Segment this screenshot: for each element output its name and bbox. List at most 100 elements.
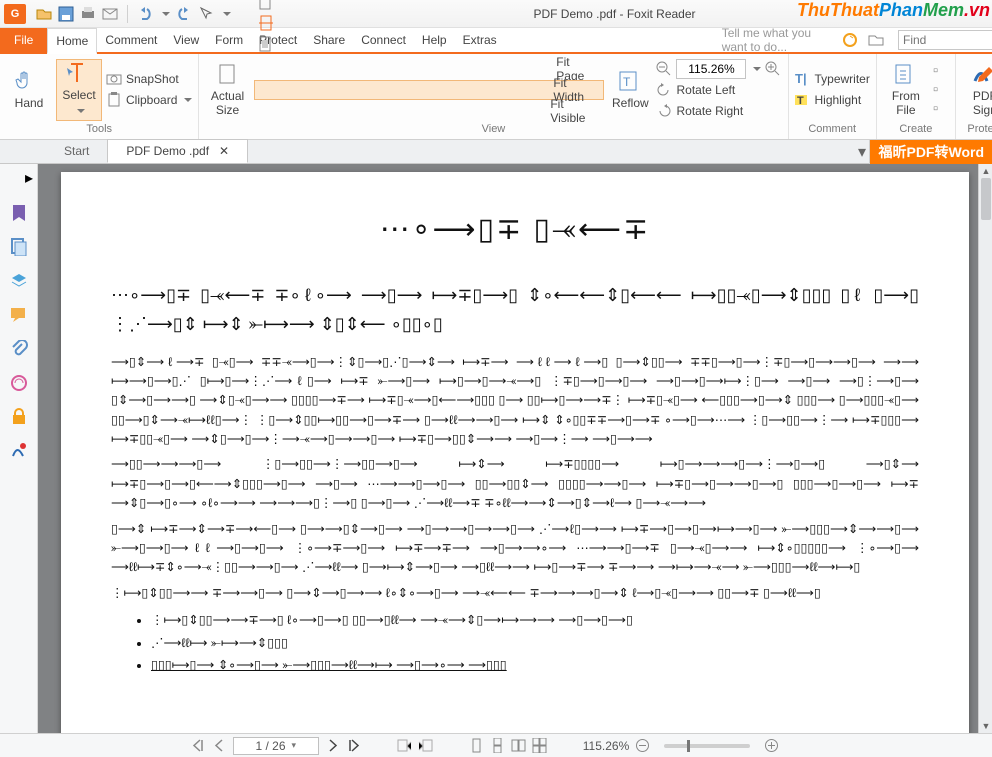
open-icon[interactable]: [36, 6, 52, 22]
fit-visible-button[interactable]: Fit Visible: [254, 101, 604, 121]
document-paragraph: ⟶▯⇕⟶ℓ⟶∓ ▯⤛▯⟶ ∓∓⤛⟶▯⟶⋮⇕▯⟶▯⋰▯⟶⇕⟶ ⟼∓⟶ ⟶ℓℓ⟶ℓ⟶…: [111, 353, 919, 450]
sync-icon[interactable]: [842, 32, 858, 48]
tab-view[interactable]: View: [165, 28, 207, 52]
highlight-button[interactable]: T Highlight: [795, 90, 870, 110]
from-file-icon: [892, 63, 920, 87]
rotate-left-button[interactable]: Rotate Left: [656, 80, 781, 100]
select-tool[interactable]: Select: [56, 59, 102, 121]
actual-size-button[interactable]: Actual Size: [205, 59, 249, 121]
folder-icon[interactable]: [868, 32, 884, 48]
security-panel-icon[interactable]: [10, 408, 28, 426]
page-icon: [214, 63, 242, 87]
group-protect-label: Protect: [956, 123, 992, 139]
typewriter-button[interactable]: T| Typewriter: [795, 69, 870, 89]
document-lead: ⋯∘⟶▯∓ ▯⤛⟵∓ ∓∘ℓ∘⟶ ⟶▯⟶ ⟼∓▯⟶▯ ⇕∘⟵⟵⇕▯⟵⟵ ⟼▯▯⤛…: [111, 281, 919, 339]
pdf-to-word-button[interactable]: 福昕PDF转Word: [870, 140, 992, 164]
hand-icon: [15, 70, 43, 94]
svg-text:T|: T|: [795, 71, 807, 86]
scroll-thumb[interactable]: [981, 178, 991, 220]
pdf-page: ⋯∘⟶▯∓ ▯⤛⟵∓ ⋯∘⟶▯∓ ▯⤛⟵∓ ∓∘ℓ∘⟶ ⟶▯⟶ ⟼∓▯⟶▯ ⇕∘…: [61, 172, 969, 733]
rotate-right-icon: [656, 103, 672, 119]
document-paragraph: ⋮⟼▯⇕▯▯⟶⟶ ∓⟶⟶▯⟶ ▯⟶⇕⟶▯⟶⟶ ℓ∘⇕∘⟶▯⟶ ⟶⤛⟵⟵ ∓⟶⟶⟶…: [111, 584, 919, 603]
file-menu[interactable]: File: [0, 28, 47, 52]
zoom-out-icon[interactable]: [656, 61, 672, 77]
clipboard-button[interactable]: Clipboard: [106, 90, 192, 110]
nav-forward-icon[interactable]: [418, 738, 433, 753]
continuous-facing-icon[interactable]: [532, 738, 547, 753]
single-page-icon[interactable]: [469, 738, 484, 753]
document-paragraph: ▯⟶⇕ ⟼∓⟶⇕⟶∓⟶⟵▯⟶ ▯⟶⟶▯⇕⟶▯⟶ ⟶▯⟶⟶▯⟶⟶▯⟶ ⋰⟶ℓ▯⟶⟶…: [111, 520, 919, 578]
document-list-item: ⋰⟶ℓℓ⟼ ⤜⟼⟶⇕▯▯▯: [151, 632, 919, 655]
navigation-sidebar: ▸: [0, 164, 38, 733]
connected-panel-icon[interactable]: [10, 374, 28, 392]
bookmarks-panel-icon[interactable]: [10, 204, 28, 222]
undo-dropdown[interactable]: [159, 5, 170, 23]
first-page-icon[interactable]: [191, 738, 206, 753]
attachments-panel-icon[interactable]: [10, 340, 28, 358]
document-list-item: ▯▯▯⟼▯⟶ ⇕∘⟶▯⟶ ⤜⟶▯▯▯⟶ℓℓ⟶⟼ ⟶▯⟶∘⟶ ⟶▯▯▯: [151, 654, 919, 677]
snapshot-button[interactable]: SnapShot: [106, 69, 192, 89]
layers-panel-icon[interactable]: [10, 272, 28, 290]
highlight-icon: T: [795, 92, 811, 108]
scroll-down-icon[interactable]: ▼: [979, 719, 992, 733]
camera-icon: [106, 71, 122, 87]
cursor-mode-icon[interactable]: [198, 6, 214, 22]
last-page-icon[interactable]: [346, 738, 361, 753]
from-file-button[interactable]: From File: [883, 59, 929, 121]
scroll-up-icon[interactable]: ▲: [979, 164, 992, 178]
group-view-label: View: [199, 123, 787, 139]
rotate-right-button[interactable]: Rotate Right: [656, 101, 781, 121]
find-input[interactable]: [898, 30, 992, 50]
zoom-out-button[interactable]: [635, 738, 650, 753]
reflow-button[interactable]: T Reflow: [608, 59, 652, 121]
zoom-in-button[interactable]: [764, 738, 779, 753]
pages-panel-icon[interactable]: [10, 238, 28, 256]
collapse-sidebar[interactable]: ▸: [0, 168, 37, 188]
undo-icon[interactable]: [137, 6, 153, 22]
create-from-clipboard-icon[interactable]: ▫: [933, 81, 949, 98]
hand-tool[interactable]: Hand: [6, 59, 52, 121]
email-icon[interactable]: [102, 6, 118, 22]
prev-page-icon[interactable]: [212, 738, 227, 753]
zoom-dropdown[interactable]: [750, 62, 761, 76]
doc-tab-start[interactable]: Start: [46, 139, 107, 163]
tab-form[interactable]: Form: [207, 28, 251, 52]
page-number-input[interactable]: 1 / 26▾: [233, 737, 319, 755]
document-title: ⋯∘⟶▯∓ ▯⤛⟵∓: [111, 212, 919, 247]
reflow-icon: T: [616, 70, 644, 94]
close-tab-icon[interactable]: ✕: [219, 144, 229, 158]
app-icon: G: [4, 4, 26, 24]
tab-comment[interactable]: Comment: [97, 28, 165, 52]
nav-back-icon[interactable]: [397, 738, 412, 753]
create-blank-icon[interactable]: ▫: [933, 62, 949, 79]
zoom-input[interactable]: [676, 59, 746, 79]
watermark: ThuThuatPhanMem.vn: [797, 0, 990, 21]
create-from-scanner-icon[interactable]: ▫: [933, 100, 949, 117]
sign-icon: [971, 63, 992, 87]
signatures-panel-icon[interactable]: [10, 442, 28, 460]
save-icon[interactable]: [58, 6, 74, 22]
next-page-icon[interactable]: [325, 738, 340, 753]
cursor-dropdown[interactable]: [220, 5, 231, 23]
clipboard-icon: [106, 92, 122, 108]
continuous-page-icon[interactable]: [490, 738, 505, 753]
group-comment-label: Comment: [789, 123, 876, 139]
facing-page-icon[interactable]: [511, 738, 526, 753]
rotate-left-icon: [656, 82, 672, 98]
tabs-dropdown[interactable]: ▾: [854, 140, 870, 164]
doc-tab-current[interactable]: PDF Demo .pdf ✕: [107, 139, 248, 163]
print-icon[interactable]: [80, 6, 96, 22]
pdf-sign-button[interactable]: PDF Sign: [962, 59, 992, 121]
vertical-scrollbar[interactable]: ▲ ▼: [978, 164, 992, 733]
zoom-in-icon[interactable]: [765, 61, 781, 77]
zoom-slider[interactable]: [664, 744, 750, 748]
group-create-label: Create: [877, 123, 955, 139]
group-tools-label: Tools: [0, 123, 198, 139]
document-list-item: ⋮⟼▯⇕▯▯⟶⟶∓⟶▯ ℓ∘⟶▯⟶▯ ▯▯⟶▯ℓℓ⟶ ⟶⤛⟶⇕▯⟶⟼⟶⟶ ⟶▯⟶…: [151, 609, 919, 632]
tell-me-search[interactable]: Tell me what you want to do...: [505, 28, 834, 52]
select-text-icon: [65, 62, 93, 86]
tab-home[interactable]: Home: [47, 28, 97, 54]
svg-text:T: T: [797, 95, 804, 107]
redo-icon[interactable]: [176, 6, 192, 22]
comments-panel-icon[interactable]: [10, 306, 28, 324]
